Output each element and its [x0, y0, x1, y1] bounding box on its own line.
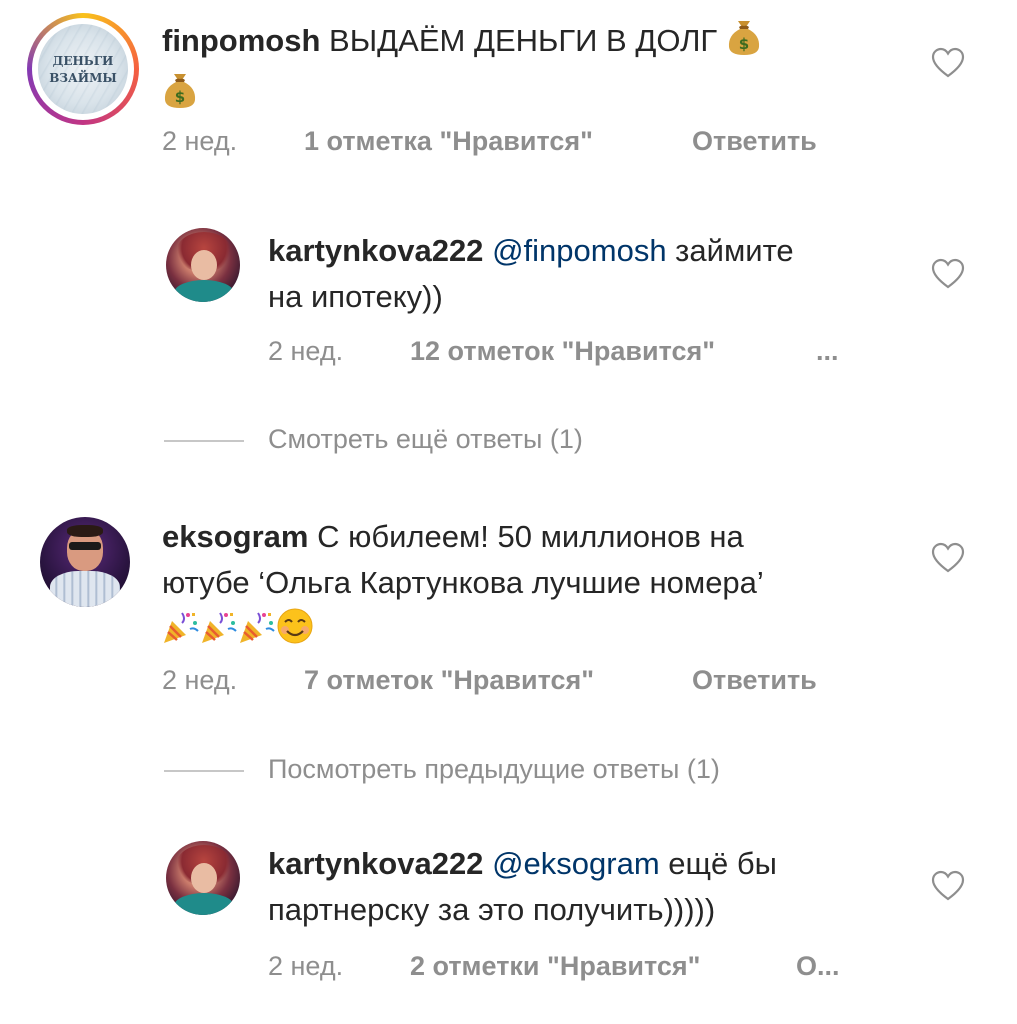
comment-text: eksogram С юбилеем! 50 миллионов на ютуб…	[162, 514, 922, 658]
comment-meta: 2 нед. 7 отметок "Нравится" Ответить	[162, 665, 882, 699]
username[interactable]: kartynkova222	[268, 233, 483, 268]
view-more-replies-link[interactable]: Смотреть ещё ответы (1)	[268, 424, 583, 455]
comment-body-line1: ещё бы	[659, 846, 777, 881]
comment-body-line2: партнерску за это получить)))))	[268, 892, 716, 927]
likes-count[interactable]: 7 отметок "Нравится"	[304, 665, 594, 696]
avatar[interactable]: ДЕНЬГИ ВЗАЙМЫ	[27, 13, 139, 125]
comment-text: kartynkova222 @eksogram ещё бы партнерск…	[268, 841, 908, 933]
heart-icon[interactable]	[931, 542, 965, 574]
reply-button[interactable]: О...	[796, 951, 840, 982]
mention-link[interactable]: @finpomosh	[492, 233, 667, 268]
comment-body-line2: ютубе ‘Ольга Картункова лучшие номера’	[162, 565, 764, 600]
party-popper-icon	[162, 609, 200, 658]
username[interactable]: eksogram	[162, 519, 308, 554]
username[interactable]: finpomosh	[162, 23, 320, 58]
username[interactable]: kartynkova222	[268, 846, 483, 881]
timestamp: 2 нед.	[268, 951, 344, 981]
comment-text: kartynkova222 @finpomosh займите на ипот…	[268, 228, 908, 320]
thread-divider	[164, 770, 244, 772]
comment-eksogram: eksogram С юбилеем! 50 миллионов на ютуб…	[0, 505, 1017, 715]
timestamp: 2 нед.	[162, 126, 238, 156]
comment-text: finpomosh ВЫДАЁМ ДЕНЬГИ В ДОЛГ $ $	[162, 17, 892, 123]
comment-meta: 2 нед. 1 отметка "Нравится" Ответить	[162, 126, 882, 160]
reply-button[interactable]: Ответить	[692, 665, 817, 696]
avatar[interactable]	[166, 228, 240, 302]
smiling-face-icon	[276, 607, 314, 658]
comment-body-line1: С юбилеем! 50 миллионов на	[308, 519, 744, 554]
avatar[interactable]	[40, 517, 130, 607]
likes-count[interactable]: 12 отметок "Нравится"	[410, 336, 715, 367]
avatar[interactable]	[166, 841, 240, 915]
party-popper-icon	[238, 609, 276, 658]
svg-text:$: $	[175, 88, 185, 106]
mention-link[interactable]: @eksogram	[492, 846, 660, 881]
heart-icon[interactable]	[931, 258, 965, 290]
thread-divider	[164, 440, 244, 442]
avatar-text-line1: ДЕНЬГИ	[52, 54, 114, 68]
reply-kartynkova222: kartynkova222 @finpomosh займите на ипот…	[0, 210, 1017, 390]
money-bag-icon: $	[162, 70, 198, 123]
comment-body-line2: на ипотеку))	[268, 279, 443, 314]
view-previous-replies-link[interactable]: Посмотреть предыдущие ответы (1)	[268, 754, 720, 785]
comment-body: ВЫДАЁМ ДЕНЬГИ В ДОЛГ	[320, 23, 726, 58]
likes-count[interactable]: 2 отметки "Нравится"	[410, 951, 700, 982]
comment-meta: 2 нед. 2 отметки "Нравится" О...	[268, 951, 868, 985]
comment-finpomosh: ДЕНЬГИ ВЗАЙМЫ finpomosh ВЫДАЁМ ДЕНЬГИ В …	[0, 0, 1017, 190]
comment-body-line1: займите	[666, 233, 794, 268]
money-bag-icon: $	[726, 17, 762, 70]
timestamp: 2 нед.	[162, 665, 238, 695]
heart-icon[interactable]	[931, 870, 965, 902]
reply-button[interactable]: Ответить	[692, 126, 817, 157]
reply-kartynkova222: kartynkova222 @eksogram ещё бы партнерск…	[0, 825, 1017, 1020]
comment-meta: 2 нед. 12 отметок "Нравится" ...	[268, 336, 868, 370]
timestamp: 2 нед.	[268, 336, 344, 366]
more-options-button[interactable]: ...	[816, 336, 839, 367]
party-popper-icon	[200, 609, 238, 658]
heart-icon[interactable]	[931, 47, 965, 79]
avatar-text-line2: ВЗАЙМЫ	[49, 71, 117, 85]
likes-count[interactable]: 1 отметка "Нравится"	[304, 126, 593, 157]
svg-text:$: $	[739, 35, 749, 53]
